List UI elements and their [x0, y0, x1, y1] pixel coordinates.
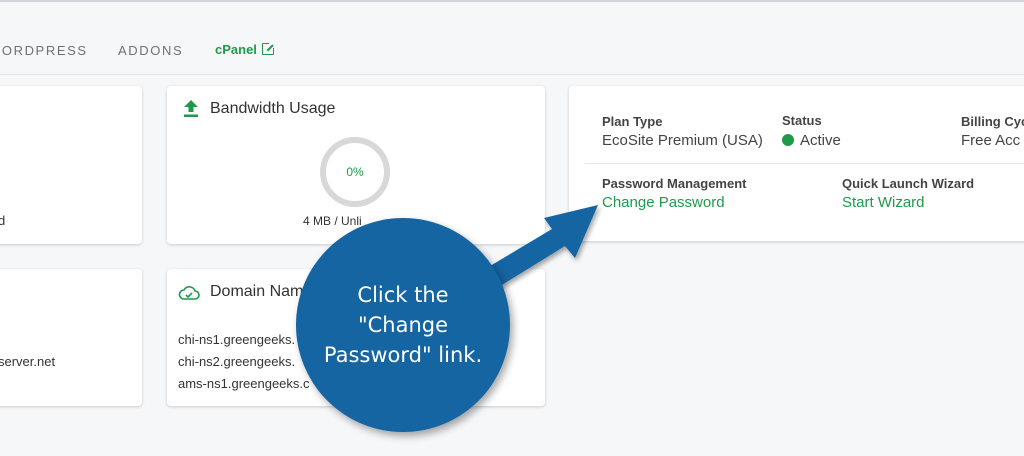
nameserver-2: chi-ns2.greengeeks.	[178, 354, 296, 369]
nameserver-3: ams-ns1.greengeeks.c	[178, 376, 310, 391]
left-bottom-card: server.net	[0, 269, 142, 406]
left-top-card: d	[0, 86, 142, 244]
start-wizard-link[interactable]: Start Wizard	[842, 194, 925, 211]
bandwidth-card: Bandwidth Usage 0% 4 MB / Unli	[167, 86, 545, 244]
top-nav: WORDPRESS ADDONS cPanel	[0, 0, 1024, 75]
left-top-card-text: d	[0, 213, 6, 228]
nav-wordpress[interactable]: WORDPRESS	[0, 43, 88, 58]
domain-title: Domain Nam	[210, 283, 304, 300]
callout-line-1: Click the	[357, 283, 449, 307]
cloud-icon	[178, 286, 200, 300]
password-management-label: Password Management	[602, 176, 747, 191]
quick-launch-wizard-label: Quick Launch Wizard	[842, 176, 975, 191]
callout-text: Click the "Change Password" link.	[313, 280, 493, 370]
external-link-icon	[261, 42, 275, 55]
plan-type-value: EcoSite Premium (USA)	[602, 132, 763, 149]
nav-addons[interactable]: ADDONS	[118, 43, 183, 58]
billing-cycle-value: Free Acc	[961, 132, 1021, 149]
bandwidth-donut: 0%	[320, 137, 390, 207]
left-bottom-card-text: server.net	[0, 354, 56, 369]
status-value: Active	[782, 132, 841, 149]
status-dot-icon	[782, 134, 794, 146]
change-password-link[interactable]: Change Password	[602, 194, 725, 211]
nameserver-1: chi-ns1.greengeeks.	[178, 332, 296, 347]
plan-card: Plan Type EcoSite Premium (USA) Status A…	[569, 86, 1024, 241]
nav-cpanel-link[interactable]: cPanel	[215, 42, 275, 57]
bandwidth-percent: 0%	[346, 165, 364, 179]
callout-line-3: Password" link.	[323, 343, 483, 367]
upload-icon	[184, 100, 198, 117]
status-label: Status	[782, 113, 822, 128]
plan-type-label: Plan Type	[602, 114, 663, 129]
cpanel-label: cPanel	[215, 42, 257, 57]
plan-divider	[585, 163, 1024, 164]
bandwidth-usage-text: 4 MB / Unli	[303, 214, 362, 228]
callout-line-2: "Change	[357, 313, 449, 337]
status-text: Active	[800, 132, 841, 149]
billing-cycle-label: Billing Cyc	[961, 114, 1024, 129]
instruction-callout: Click the "Change Password" link.	[296, 218, 510, 432]
bandwidth-title: Bandwidth Usage	[210, 100, 336, 117]
